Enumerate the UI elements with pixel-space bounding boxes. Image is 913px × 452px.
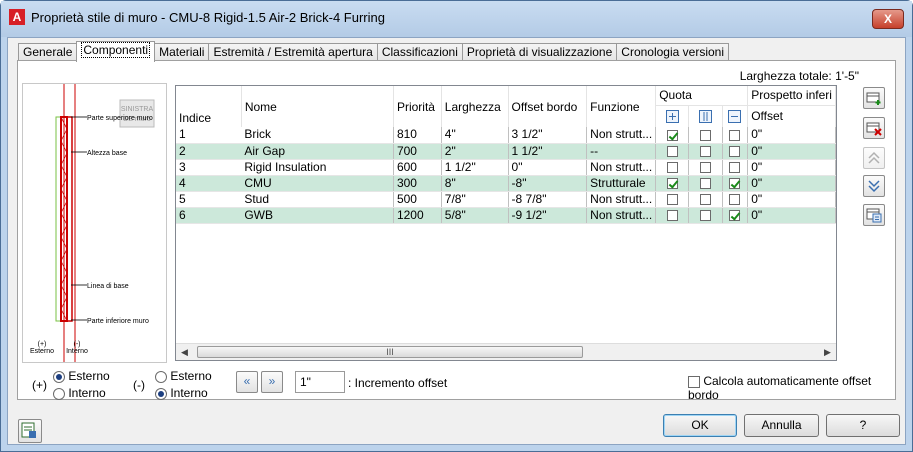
double-chevron-left-icon: «	[243, 374, 251, 388]
cancel-button[interactable]: Annulla	[744, 414, 819, 437]
move-up-button[interactable]	[863, 147, 885, 169]
preview-label-bottom: Parte inferiore muro	[87, 318, 149, 325]
checkbox[interactable]	[688, 375, 700, 388]
checkbox[interactable]	[666, 161, 678, 173]
checkbox[interactable]	[729, 161, 741, 173]
horizontal-scrollbar[interactable]: ◀ III ▶	[176, 343, 836, 360]
wall-preview: SINISTRA DE muro Parte superiore muro Al…	[22, 83, 167, 363]
header-bottom-elevation[interactable]: Prospetto inferi	[747, 86, 836, 106]
table-row[interactable]: 4 CMU 300 8" -8" Strutturale 0"	[176, 175, 836, 192]
table-row[interactable]: 1 Brick 810 4" 3 1/2" Non strutt... 0"	[176, 127, 836, 144]
table-row[interactable]: 2 Air Gap 700 2" 1 1/2" -- 0"	[176, 143, 836, 160]
preview-ext-sign: (+)	[38, 341, 47, 348]
right-option-esterno[interactable]: Esterno	[155, 369, 212, 383]
help-icon-button[interactable]	[18, 419, 42, 443]
checkbox[interactable]	[729, 129, 741, 141]
header-dim-interior[interactable]	[722, 105, 749, 127]
checkbox[interactable]	[729, 209, 741, 221]
checkbox[interactable]	[666, 129, 678, 141]
table-details-icon	[866, 208, 882, 223]
preview-label-top: Parte superiore muro	[87, 115, 153, 122]
scroll-thumb[interactable]: III	[197, 346, 583, 358]
total-width-label: Larghezza totale: 1'-5"	[739, 69, 859, 83]
close-button[interactable]: X	[872, 9, 904, 29]
title-bar: A Proprietà stile di muro - CMU-8 Rigid-…	[1, 1, 912, 37]
checkbox[interactable]	[699, 161, 711, 173]
dimension-interior-icon	[728, 110, 742, 124]
minus-sign-label: (-)	[133, 378, 145, 392]
scroll-left-icon[interactable]: ◀	[176, 344, 193, 360]
move-down-button[interactable]	[863, 175, 885, 197]
add-component-button[interactable]	[863, 87, 885, 109]
help-button[interactable]: ?	[826, 414, 900, 437]
header-dim-exterior[interactable]	[655, 105, 690, 127]
badge-icon: SINISTRA DE muro	[119, 99, 155, 128]
radio[interactable]	[53, 387, 65, 400]
info-icon	[21, 422, 36, 438]
offset-decrease-button[interactable]: «	[236, 371, 258, 393]
auto-offset-checkbox[interactable]: Calcola automaticamente offset bordo	[688, 374, 895, 402]
checkbox[interactable]	[729, 177, 741, 189]
checkbox[interactable]	[729, 145, 741, 157]
remove-row-icon	[866, 122, 882, 136]
components-table: Indice Nome Priorità Larghezza Offset bo…	[176, 86, 836, 224]
preview-label-baseline: Linea di base	[87, 283, 129, 290]
checkbox[interactable]	[666, 209, 678, 221]
preview-label-base-height: Altezza base	[87, 150, 127, 157]
add-row-icon	[866, 92, 881, 105]
tab-strip: Generale Componenti Materiali Estremità …	[18, 41, 730, 62]
checkbox[interactable]	[666, 193, 678, 205]
components-panel: Larghezza totale: 1'-5" SINISTRA DE muro	[17, 60, 896, 402]
checkbox[interactable]	[699, 177, 711, 189]
radio[interactable]	[155, 370, 167, 383]
header-offset[interactable]: Offset	[747, 105, 836, 127]
checkbox[interactable]	[666, 145, 678, 157]
ok-button[interactable]: OK	[663, 414, 737, 437]
preview-badge: SINISTRA	[121, 106, 154, 113]
components-grid[interactable]: Indice Nome Priorità Larghezza Offset bo…	[175, 85, 837, 361]
header-priority[interactable]: Priorità	[393, 86, 442, 127]
window-title: Proprietà stile di muro - CMU-8 Rigid-1.…	[31, 10, 385, 25]
checkbox[interactable]	[699, 129, 711, 141]
dimension-center-icon	[698, 110, 712, 124]
table-row[interactable]: 6 GWB 1200 5/8" -9 1/2" Non strutt... 0"	[176, 207, 836, 224]
left-option-interno[interactable]: Interno	[53, 386, 106, 400]
autocad-app-icon: A	[9, 9, 25, 25]
preview-int-label: Interno	[66, 348, 88, 355]
dialog-client-area: Generale Componenti Materiali Estremità …	[7, 37, 906, 445]
preview-ext-label: Esterno	[30, 348, 54, 355]
header-index[interactable]: Indice	[176, 86, 242, 127]
header-name[interactable]: Nome	[241, 86, 394, 127]
plus-sign-label: (+)	[32, 378, 47, 392]
tab-componenti[interactable]: Componenti	[76, 41, 156, 62]
checkbox[interactable]	[699, 193, 711, 205]
left-option-esterno[interactable]: Esterno	[53, 369, 110, 383]
remove-component-button[interactable]	[863, 117, 885, 139]
radio[interactable]	[155, 387, 167, 400]
checkbox[interactable]	[666, 177, 678, 189]
header-width[interactable]: Larghezza	[441, 86, 509, 127]
double-chevron-right-icon: »	[268, 374, 276, 388]
header-dimension[interactable]: Quota	[655, 86, 749, 106]
offset-increment-input[interactable]	[295, 371, 345, 393]
preview-int-sign: (-)	[74, 341, 81, 348]
table-row[interactable]: 3 Rigid Insulation 600 1 1/2" 0" Non str…	[176, 159, 836, 176]
double-chevron-up-icon	[868, 151, 880, 164]
checkbox[interactable]	[729, 193, 741, 205]
component-details-button[interactable]	[863, 204, 885, 226]
table-row[interactable]: 5 Stud 500 7/8" -8 7/8" Non strutt... 0"	[176, 191, 836, 208]
right-option-interno[interactable]: Interno	[155, 386, 208, 400]
offset-increment-label: : Incremento offset	[348, 376, 448, 390]
scroll-right-icon[interactable]: ▶	[819, 344, 836, 360]
dialog-window: A Proprietà stile di muro - CMU-8 Rigid-…	[0, 0, 913, 452]
radio[interactable]	[53, 370, 65, 383]
header-dim-center[interactable]	[688, 105, 723, 127]
dimension-exterior-icon	[665, 110, 679, 124]
checkbox[interactable]	[699, 145, 711, 157]
header-function[interactable]: Funzione	[586, 86, 657, 127]
double-chevron-down-icon	[868, 180, 880, 193]
offset-increase-button[interactable]: »	[261, 371, 283, 393]
checkbox[interactable]	[699, 209, 711, 221]
header-edge-offset[interactable]: Offset bordo	[508, 86, 588, 127]
